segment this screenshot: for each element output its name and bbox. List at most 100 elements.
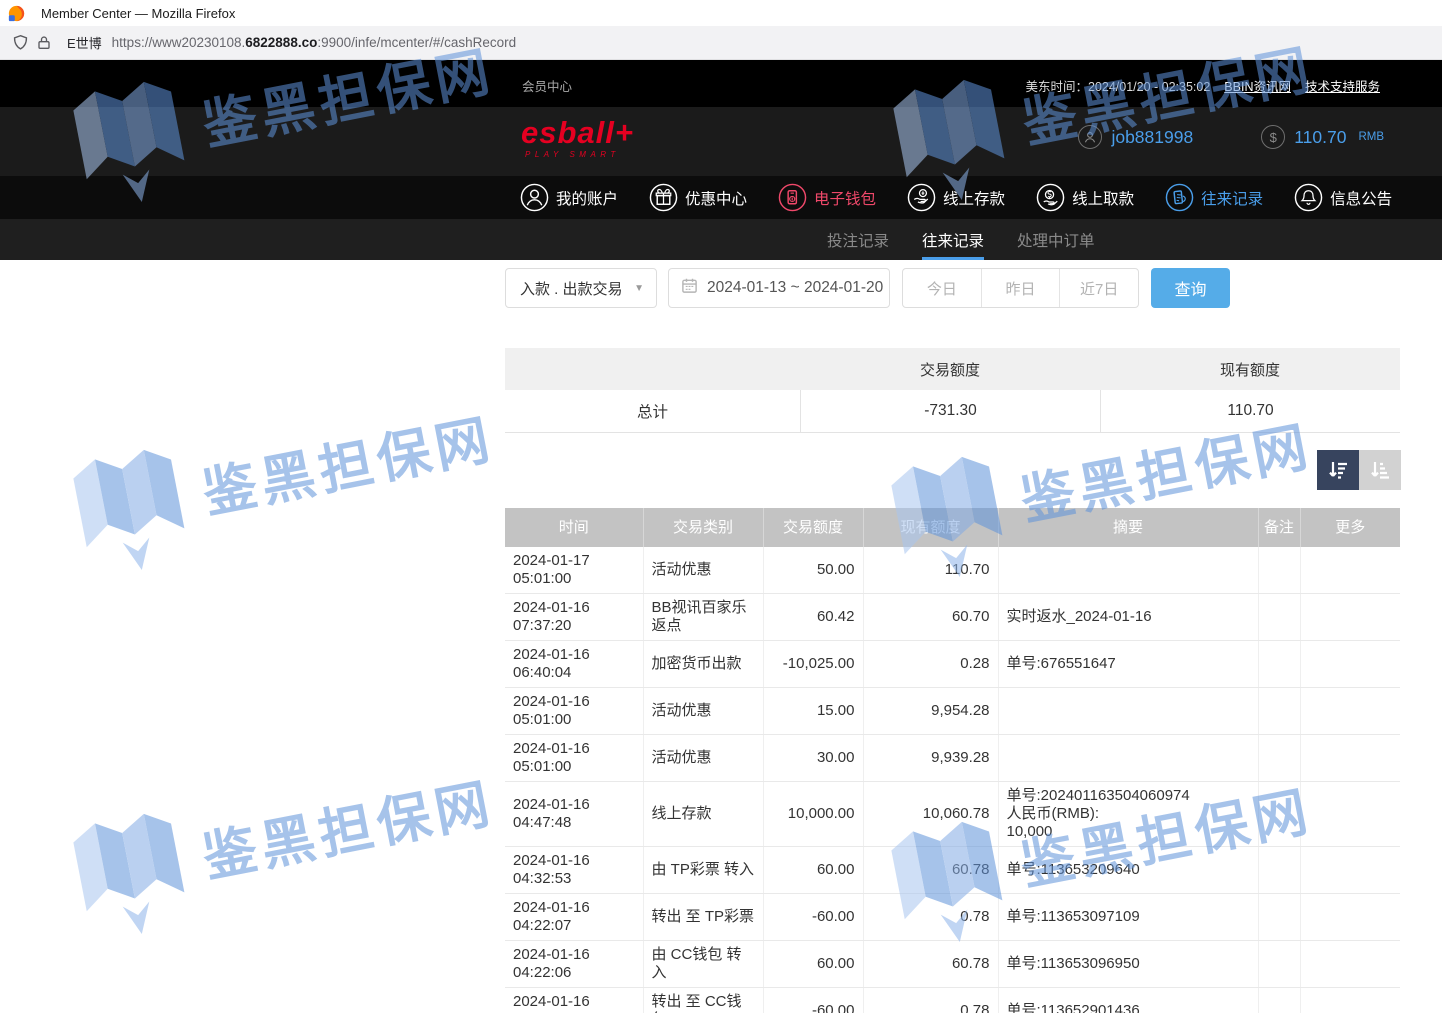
- account-balance[interactable]: $ 110.70 RMB: [1261, 125, 1384, 149]
- member-center-label: 会员中心: [522, 76, 572, 95]
- cell-time: 2024-01-16 04:47:48: [505, 782, 643, 847]
- date-range-picker[interactable]: 2024-01-13 ~ 2024-01-20: [668, 268, 890, 308]
- table-row: 2024-01-16 05:01:00活动优惠30.009,939.28: [505, 735, 1400, 782]
- table-row: 2024-01-16 05:01:00活动优惠15.009,954.28: [505, 688, 1400, 735]
- nav-label: 线上取款: [1072, 187, 1134, 209]
- cell-amount: 60.00: [763, 847, 863, 894]
- nav-label: 优惠中心: [685, 187, 747, 209]
- nav-announcements[interactable]: 信息公告: [1294, 183, 1392, 212]
- search-button[interactable]: 查询: [1151, 268, 1230, 308]
- watermark: 鉴黑担保网: [58, 728, 519, 959]
- nav-e-wallet[interactable]: 电子钱包: [778, 183, 876, 212]
- table-row: 2024-01-17 05:01:00活动优惠50.00110.70: [505, 547, 1400, 594]
- cell-time: 2024-01-16 07:37:20: [505, 594, 643, 641]
- nav-transaction-records[interactable]: 往来记录: [1165, 183, 1263, 212]
- cell-type: 由 TP彩票 转入: [643, 847, 763, 894]
- window-title: Member Center — Mozilla Firefox: [41, 6, 235, 21]
- tab-pending-orders[interactable]: 处理中订单: [1017, 219, 1095, 260]
- cell-summary: 单号:113653096950: [998, 941, 1258, 988]
- cell-type: 线上存款: [643, 782, 763, 847]
- sort-ascending-button[interactable]: [1359, 450, 1401, 490]
- quick-7days-button[interactable]: 近7日: [1060, 269, 1138, 307]
- cell-amount: -10,025.00: [763, 641, 863, 688]
- site-header: esball+ PLAY SMART job881998 $ 110.70 RM…: [0, 107, 1442, 176]
- quick-yesterday-button[interactable]: 昨日: [982, 269, 1061, 307]
- gift-icon: [649, 183, 678, 212]
- select-value: 入款 . 出款交易: [520, 278, 623, 299]
- nav-label: 往来记录: [1201, 187, 1263, 209]
- site-identity-label[interactable]: E世博: [67, 33, 102, 52]
- link-tech-support[interactable]: 技术支持服务: [1305, 76, 1380, 95]
- nav-online-deposit[interactable]: 线上存款: [907, 183, 1005, 212]
- url-text[interactable]: https://www20230108.6822888.co:9900/infe…: [112, 35, 517, 50]
- col-more: 更多: [1300, 508, 1400, 547]
- cell-amount: 60.00: [763, 941, 863, 988]
- transaction-type-select[interactable]: 入款 . 出款交易 ▼: [505, 268, 657, 308]
- cell-note: [1258, 941, 1300, 988]
- watermark-logo-icon: [59, 433, 201, 588]
- watermark-logo-icon: [59, 797, 201, 952]
- cell-note: [1258, 894, 1300, 941]
- table-row: 2024-01-16 04:22:07转出 至 TP彩票-60.000.78单号…: [505, 894, 1400, 941]
- username-text: job881998: [1111, 127, 1193, 148]
- nav-promotions[interactable]: 优惠中心: [649, 183, 747, 212]
- nav-label: 电子钱包: [814, 187, 876, 209]
- nav-label: 我的账户: [556, 187, 618, 209]
- nav-my-account[interactable]: 我的账户: [520, 183, 618, 212]
- cell-time: 2024-01-16 05:01:00: [505, 688, 643, 735]
- cell-note: [1258, 735, 1300, 782]
- bell-icon: [1294, 183, 1323, 212]
- cell-time: 2024-01-16 04:22:06: [505, 941, 643, 988]
- quick-today-button[interactable]: 今日: [903, 269, 982, 307]
- url-domain: 6822888.co: [245, 35, 317, 50]
- cell-type: 加密货币出款: [643, 641, 763, 688]
- quick-date-group: 今日 昨日 近7日: [902, 268, 1139, 308]
- esball-logo[interactable]: esball+ PLAY SMART: [521, 118, 634, 159]
- cell-summary: 实时返水_2024-01-16: [998, 594, 1258, 641]
- wallet-icon: [778, 183, 807, 212]
- summary-transaction-total: -731.30: [800, 390, 1100, 432]
- table-row: 2024-01-16 07:37:20BB视讯百家乐返点60.4260.70实时…: [505, 594, 1400, 641]
- cell-type: 转出 至 TP彩票: [643, 894, 763, 941]
- browser-urlbar[interactable]: E世博 https://www20230108.6822888.co:9900/…: [0, 26, 1442, 60]
- watermark: 鉴黑担保网: [58, 364, 519, 595]
- records-tbody: 2024-01-17 05:01:00活动优惠50.00110.702024-0…: [505, 547, 1400, 1013]
- cell-amount: 50.00: [763, 547, 863, 594]
- account-username[interactable]: job881998: [1078, 125, 1193, 149]
- logo-tagline: PLAY SMART: [525, 150, 634, 159]
- tab-transaction-records[interactable]: 往来记录: [922, 219, 984, 260]
- eastern-time: 美东时间：2024/01/20 - 02:35:02: [1025, 76, 1210, 95]
- summary-header-row: 交易额度 现有额度: [505, 348, 1400, 390]
- cell-type: 活动优惠: [643, 547, 763, 594]
- cell-balance: 10,060.78: [863, 782, 998, 847]
- deposit-icon: [907, 183, 936, 212]
- url-suffix: :9900/infe/mcenter/#/cashRecord: [317, 35, 516, 50]
- col-type: 交易类别: [643, 508, 763, 547]
- cell-time: 2024-01-16 04:04:09: [505, 988, 643, 1013]
- tab-betting-records[interactable]: 投注记录: [827, 219, 889, 260]
- link-bbin-news[interactable]: BBIN资讯网: [1224, 76, 1291, 95]
- chevron-down-icon: ▼: [634, 283, 644, 294]
- cell-more: [1300, 988, 1400, 1013]
- cell-balance: 9,954.28: [863, 688, 998, 735]
- cell-balance: 9,939.28: [863, 735, 998, 782]
- shield-icon[interactable]: [12, 34, 29, 51]
- cell-amount: -60.00: [763, 988, 863, 1013]
- cell-more: [1300, 847, 1400, 894]
- cell-summary: 单号:676551647: [998, 641, 1258, 688]
- cell-amount: 10,000.00: [763, 782, 863, 847]
- logo-text: esball+: [521, 118, 634, 148]
- cell-more: [1300, 594, 1400, 641]
- nav-online-withdraw[interactable]: 线上取款: [1036, 183, 1134, 212]
- browser-titlebar: Member Center — Mozilla Firefox: [0, 0, 1442, 26]
- main-navigation: 我的账户 优惠中心 电子钱包 线上存款 线上取款 往来记录: [0, 176, 1442, 219]
- cell-type: 活动优惠: [643, 688, 763, 735]
- sort-descending-button[interactable]: [1317, 450, 1359, 490]
- cell-note: [1258, 641, 1300, 688]
- col-summary: 摘要: [998, 508, 1258, 547]
- cell-more: [1300, 782, 1400, 847]
- summary-header-transaction: 交易额度: [800, 348, 1100, 390]
- lock-icon[interactable]: [37, 35, 51, 50]
- cell-summary: 单号:202401163504060974人民币(RMB):10,000: [998, 782, 1258, 847]
- firefox-icon: [8, 5, 25, 22]
